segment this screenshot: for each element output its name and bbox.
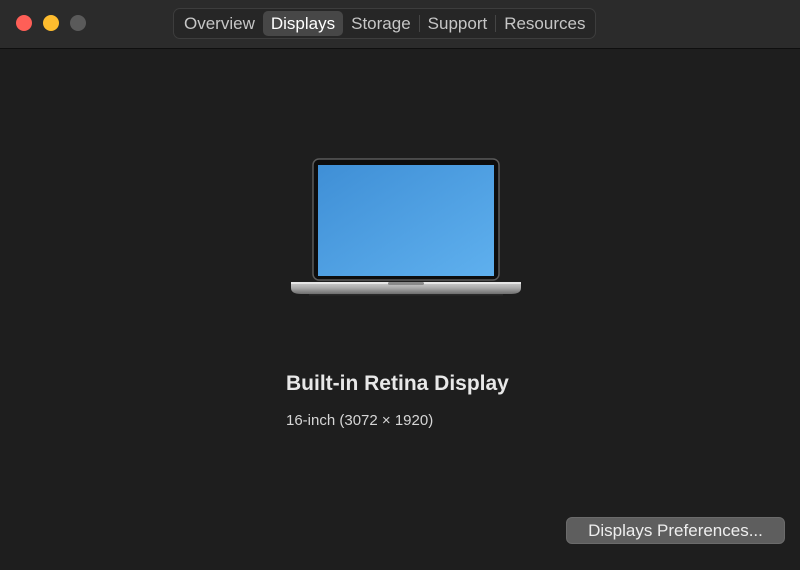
tab-storage[interactable]: Storage [343, 11, 419, 36]
minimize-button[interactable] [43, 15, 59, 31]
displays-preferences-button[interactable]: Displays Preferences... [566, 517, 785, 544]
close-button[interactable] [16, 15, 32, 31]
laptop-icon [291, 158, 521, 296]
display-name: Built-in Retina Display [286, 372, 509, 395]
tab-resources[interactable]: Resources [496, 11, 593, 36]
tab-displays[interactable]: Displays [262, 11, 344, 36]
zoom-button[interactable] [70, 15, 86, 31]
tab-overview[interactable]: Overview [176, 11, 263, 36]
display-spec: 16-inch (3072 × 1920) [286, 412, 434, 429]
titlebar: Overview Displays Storage Support Resour… [0, 0, 800, 49]
tab-bar: Overview Displays Storage Support Resour… [173, 8, 597, 39]
about-this-mac-window: Overview Displays Storage Support Resour… [0, 0, 800, 570]
tab-support[interactable]: Support [420, 11, 496, 36]
